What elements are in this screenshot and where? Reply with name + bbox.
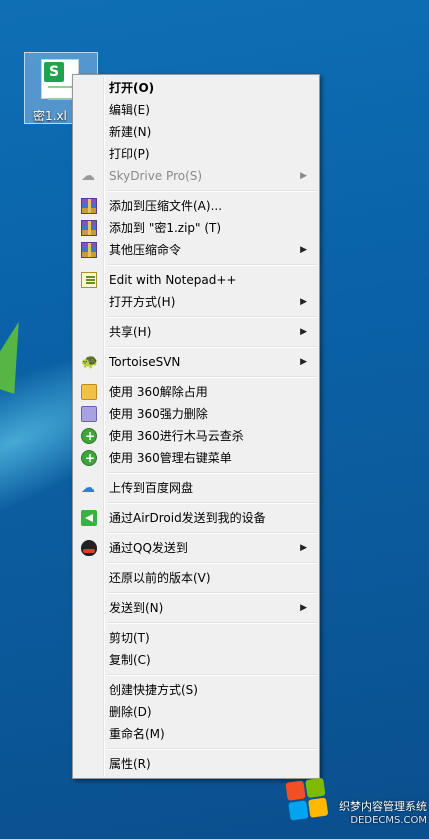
menu-item-copy[interactable]: 复制(C) [75,649,317,671]
menu-item-send-to[interactable]: 发送到(N) ▶ [75,597,317,619]
winrar-icon [81,242,97,258]
menu-separator [107,562,317,564]
menu-item-cut[interactable]: 剪切(T) [75,627,317,649]
menu-separator [107,316,317,318]
360-shred-icon [81,406,97,422]
menu-item-edit-notepadpp[interactable]: Edit with Notepad++ [75,269,317,291]
menu-item-tortoisesvn[interactable]: 🐢 TortoiseSVN ▶ [75,351,317,373]
menu-separator [107,264,317,266]
submenu-arrow-icon: ▶ [300,357,307,367]
menu-item-360-shred[interactable]: 使用 360强力删除 [75,403,317,425]
notepadpp-icon [81,272,97,288]
menu-item-print[interactable]: 打印(P) [75,143,317,165]
menu-item-open[interactable]: 打开(O) [75,77,317,99]
qq-icon [81,540,97,556]
watermark-title: 织梦内容管理系统 [339,800,427,813]
submenu-arrow-icon: ▶ [300,603,307,613]
context-menu: 打开(O) 编辑(E) 新建(N) 打印(P) ☁ SkyDrive Pro(S… [72,74,320,779]
menu-item-delete[interactable]: 删除(D) [75,701,317,723]
menu-separator [107,532,317,534]
menu-item-add-to-archive[interactable]: 添加到压缩文件(A)... [75,195,317,217]
menu-item-360-scan[interactable]: 使用 360进行木马云查杀 [75,425,317,447]
menu-item-new[interactable]: 新建(N) [75,121,317,143]
submenu-arrow-icon: ▶ [300,297,307,307]
tortoisesvn-icon: 🐢 [81,354,99,370]
menu-separator [107,376,317,378]
360-scan-icon [81,447,97,469]
menu-item-other-compress[interactable]: 其他压缩命令 ▶ [75,239,317,261]
menu-separator [107,674,317,676]
menu-separator [107,622,317,624]
watermark-domain: DEDECMS.COM [350,815,427,826]
submenu-arrow-icon: ▶ [300,543,307,553]
menu-item-share[interactable]: 共享(H) ▶ [75,321,317,343]
winrar-icon [81,198,97,214]
menu-item-rename[interactable]: 重命名(M) [75,723,317,745]
site-watermark: 织梦内容管理系统 DEDECMS.COM [322,800,427,828]
menu-item-properties[interactable]: 属性(R) [75,753,317,775]
menu-item-360-unlock[interactable]: 使用 360解除占用 [75,381,317,403]
menu-item-baidu-upload[interactable]: ☁ 上传到百度网盘 [75,477,317,499]
cloud-icon: ☁ [81,168,95,184]
submenu-arrow-icon: ▶ [300,171,307,181]
baidu-netdisk-icon: ☁ [81,480,95,496]
menu-separator [107,190,317,192]
airdroid-icon [81,510,97,526]
submenu-arrow-icon: ▶ [300,327,307,337]
menu-item-open-with[interactable]: 打开方式(H) ▶ [75,291,317,313]
menu-item-create-shortcut[interactable]: 创建快捷方式(S) [75,679,317,701]
360-scan-icon [81,425,97,447]
submenu-arrow-icon: ▶ [300,245,307,255]
desktop-file-label: 密1.xl [33,109,67,123]
menu-item-airdroid-send[interactable]: 通过AirDroid发送到我的设备 [75,507,317,529]
menu-item-360-manage-menu[interactable]: 使用 360管理右键菜单 [75,447,317,469]
menu-item-edit[interactable]: 编辑(E) [75,99,317,121]
winrar-icon [81,220,97,236]
360-unlock-icon [81,384,97,400]
menu-separator [107,346,317,348]
menu-separator [107,502,317,504]
menu-separator [107,472,317,474]
menu-separator [107,748,317,750]
menu-item-skydrive-pro[interactable]: ☁ SkyDrive Pro(S) ▶ [75,165,317,187]
menu-separator [107,592,317,594]
menu-item-restore-versions[interactable]: 还原以前的版本(V) [75,567,317,589]
wps-sheet-badge: S [44,62,64,82]
menu-item-add-to-zip[interactable]: 添加到 "密1.zip" (T) [75,217,317,239]
menu-item-qq-send[interactable]: 通过QQ发送到 ▶ [75,537,317,559]
